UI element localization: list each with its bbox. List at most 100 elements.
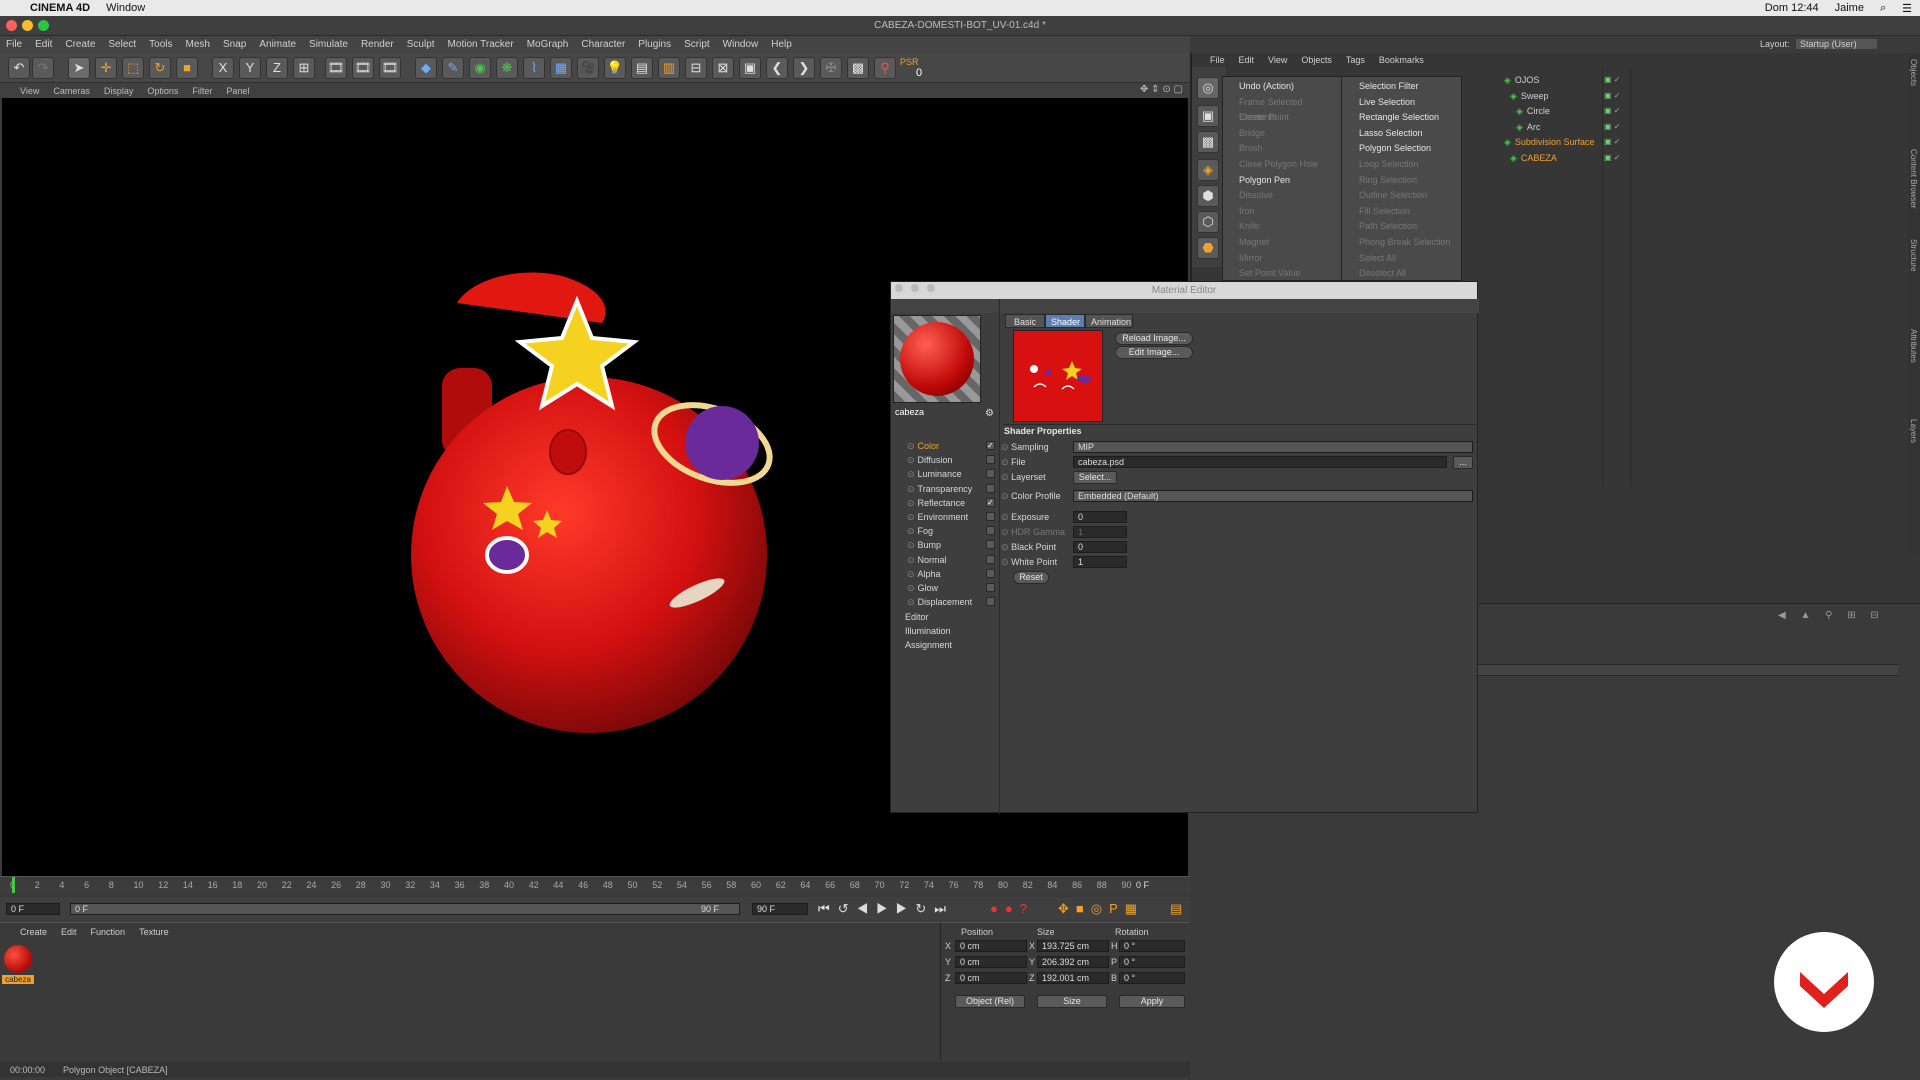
channel-transparency[interactable]: ⊙ Transparency bbox=[907, 482, 995, 496]
menu-help[interactable]: Help bbox=[771, 39, 792, 50]
zoom-window-button[interactable] bbox=[38, 20, 49, 31]
viewport-menu-display[interactable]: Display bbox=[104, 86, 134, 96]
menu-edit[interactable]: Edit bbox=[35, 39, 52, 50]
material-name[interactable]: cabeza bbox=[893, 407, 979, 420]
deformer-icon[interactable]: ⌇ bbox=[523, 57, 545, 79]
command-undo-action-[interactable]: Undo (Action) bbox=[1223, 79, 1341, 94]
menu-plugins[interactable]: Plugins bbox=[638, 39, 671, 50]
channel-checkbox[interactable] bbox=[986, 483, 995, 493]
redo-icon[interactable]: ↷ bbox=[32, 57, 54, 79]
material-thumbnail[interactable]: cabeza bbox=[2, 943, 34, 985]
axis-modeling-icon[interactable]: ✠ bbox=[820, 57, 842, 79]
y-axis-lock-button[interactable]: Y bbox=[239, 57, 261, 79]
cube-icon[interactable]: ◆ bbox=[415, 57, 437, 79]
layout-value[interactable]: Startup (User) bbox=[1796, 39, 1877, 49]
recent-tool-icon[interactable]: ■ bbox=[176, 57, 198, 79]
channel-checkbox[interactable] bbox=[986, 554, 995, 564]
channel-bump[interactable]: ⊙ Bump bbox=[907, 538, 995, 552]
edit-image-button[interactable]: Edit Image... bbox=[1115, 346, 1193, 359]
move-icon[interactable]: ✛ bbox=[95, 57, 117, 79]
menu-simulate[interactable]: Simulate bbox=[309, 39, 348, 50]
size-y-field[interactable]: 206.392 cm bbox=[1037, 956, 1109, 968]
visibility-toggles[interactable]: ▣ ✓ bbox=[1604, 73, 1620, 87]
undo-icon[interactable]: ↶ bbox=[8, 57, 30, 79]
snap-icon[interactable]: ⊟ bbox=[685, 57, 707, 79]
channel-diffusion[interactable]: ⊙ Diffusion bbox=[907, 453, 995, 467]
scale-icon[interactable]: ⬚ bbox=[122, 57, 144, 79]
editor-section-editor[interactable]: Editor bbox=[905, 610, 993, 624]
visibility-toggles[interactable]: ▣ ✓ bbox=[1604, 120, 1620, 134]
viewport-menu-options[interactable]: Options bbox=[147, 86, 178, 96]
menu-script[interactable]: Script bbox=[684, 39, 710, 50]
channel-checkbox[interactable] bbox=[986, 540, 995, 550]
timeline-window-button[interactable]: ▤ bbox=[1170, 901, 1182, 917]
render-settings-icon[interactable]: 🎞 bbox=[379, 57, 401, 79]
close-editor-button[interactable] bbox=[895, 284, 903, 292]
command-live-selection[interactable]: Live Selection bbox=[1343, 95, 1461, 110]
command-polygon-selection[interactable]: Polygon Selection bbox=[1343, 141, 1461, 156]
workplane-icon[interactable]: ⊠ bbox=[712, 57, 734, 79]
channel-checkbox[interactable] bbox=[986, 512, 995, 521]
floor-icon[interactable]: ▦ bbox=[550, 57, 572, 79]
object-menu-edit[interactable]: Edit bbox=[1239, 55, 1255, 65]
channel-checkbox[interactable] bbox=[986, 568, 995, 578]
material-preview[interactable] bbox=[893, 315, 981, 403]
object-menu-file[interactable]: File bbox=[1210, 55, 1225, 65]
channel-checkbox[interactable]: ✓ bbox=[986, 497, 995, 507]
channel-normal[interactable]: ⊙ Normal bbox=[907, 553, 995, 567]
playback-controls[interactable]: ⏮↺◀▶▶↻⏭ bbox=[818, 901, 954, 917]
menu-mograph[interactable]: MoGraph bbox=[527, 39, 569, 50]
menu-snap[interactable]: Snap bbox=[223, 39, 246, 50]
timeline-ruler[interactable]: 0246810121416182022242628303234363840424… bbox=[0, 876, 1190, 894]
channel-checkbox[interactable] bbox=[986, 455, 995, 465]
channel-alpha[interactable]: ⊙ Alpha bbox=[907, 567, 995, 581]
close-window-button[interactable] bbox=[6, 20, 17, 31]
menu-motion-tracker[interactable]: Motion Tracker bbox=[448, 39, 514, 50]
side-tab-structure[interactable]: Structure bbox=[1909, 239, 1918, 271]
rotate-icon[interactable]: ↻ bbox=[149, 57, 171, 79]
back-arrow-icon[interactable]: ❮ bbox=[766, 57, 788, 79]
menu-sculpt[interactable]: Sculpt bbox=[407, 39, 435, 50]
object-row[interactable]: ◈ Circle bbox=[1516, 104, 1550, 118]
viewport-menu-panel[interactable]: Panel bbox=[226, 86, 249, 96]
layerset-select-button[interactable]: Select... bbox=[1073, 471, 1117, 484]
channel-fog[interactable]: ⊙ Fog bbox=[907, 524, 995, 538]
points-mode-icon[interactable]: ⬢ bbox=[1197, 185, 1219, 207]
command-rectangle-selection[interactable]: Rectangle Selection bbox=[1343, 110, 1461, 125]
channel-checkbox[interactable] bbox=[986, 597, 995, 607]
forward-arrow-icon[interactable]: ❯ bbox=[793, 57, 815, 79]
texture-mode-icon[interactable]: ▩ bbox=[847, 57, 869, 79]
model-mode-icon[interactable]: ◎ bbox=[1197, 77, 1219, 99]
channel-environment[interactable]: ⊙ Environment bbox=[907, 510, 995, 524]
layout-selector[interactable]: Layout: Startup (User) bbox=[1760, 36, 1877, 53]
record-key-buttons[interactable]: ●●? bbox=[990, 901, 1034, 916]
color-profile-select[interactable]: Embedded (Default) bbox=[1073, 490, 1473, 502]
material-menu-create[interactable]: Create bbox=[20, 927, 47, 937]
x-axis-lock-button[interactable]: X bbox=[212, 57, 234, 79]
rotation-b-field[interactable]: 0 ° bbox=[1119, 972, 1185, 984]
render-view-icon[interactable]: 🎞 bbox=[325, 57, 347, 79]
size-z-field[interactable]: 192.001 cm bbox=[1037, 972, 1109, 984]
position-x-field[interactable]: 0 cm bbox=[955, 940, 1027, 952]
menu-mesh[interactable]: Mesh bbox=[186, 39, 210, 50]
user-name[interactable]: Jaime bbox=[1835, 2, 1864, 14]
menu-tools[interactable]: Tools bbox=[149, 39, 172, 50]
material-options-icon[interactable]: ⚙ bbox=[985, 408, 994, 419]
menu-render[interactable]: Render bbox=[361, 39, 394, 50]
viewport-menu-filter[interactable]: Filter bbox=[192, 86, 212, 96]
white-point-field[interactable]: 1 bbox=[1073, 556, 1127, 568]
attribute-nav-icons[interactable]: ◀ ▲ ⚲ ⊞ ⊟ bbox=[1778, 610, 1885, 621]
side-tab-content-browser[interactable]: Content Browser bbox=[1909, 149, 1918, 209]
command-selection-filter[interactable]: Selection Filter bbox=[1343, 79, 1461, 94]
camera-icon[interactable]: 🎥 bbox=[577, 57, 599, 79]
tab-shader[interactable]: Shader bbox=[1045, 314, 1085, 328]
file-field[interactable]: cabeza.psd bbox=[1073, 456, 1447, 468]
rotation-h-field[interactable]: 0 ° bbox=[1119, 940, 1185, 952]
menu-character[interactable]: Character bbox=[581, 39, 625, 50]
locked-workplane-icon[interactable]: ▥ bbox=[658, 57, 680, 79]
tweak-icon[interactable]: ⚲ bbox=[874, 57, 896, 79]
side-tab-objects[interactable]: Objects bbox=[1909, 59, 1918, 86]
sampling-select[interactable]: MIP bbox=[1073, 441, 1473, 453]
channel-displacement[interactable]: ⊙ Displacement bbox=[907, 595, 995, 609]
tab-animation[interactable]: Animation bbox=[1085, 314, 1133, 328]
